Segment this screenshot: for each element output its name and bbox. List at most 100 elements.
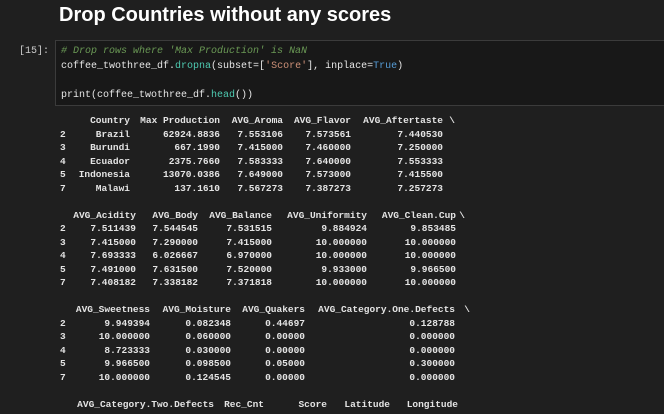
row-index: 5: [60, 169, 66, 180]
table-cell: 0.082348: [185, 317, 231, 329]
table-cell: 7.649000: [237, 169, 283, 180]
table-cell: 7.250000: [397, 142, 443, 153]
table-cell: 10.000000: [404, 250, 456, 261]
table-cell: 7.387273: [305, 182, 351, 194]
column-header: Score: [298, 398, 327, 410]
code-line-1: # Drop rows where 'Max Production' is Na…: [61, 45, 664, 60]
column-header: AVG_Category.One.Defects: [318, 304, 455, 315]
column-header: Rec_Cnt: [224, 398, 264, 410]
table-cell: Indonesia: [78, 169, 130, 180]
code-token: coffee_twothree_df.: [61, 60, 176, 72]
code-cell[interactable]: # Drop rows where 'Max Production' is Na…: [55, 40, 664, 106]
table-cell: Burundi: [90, 142, 130, 153]
table-cell: 0.000000: [409, 371, 455, 383]
table-cell: 7.415500: [397, 169, 443, 180]
table-cell: 7.693333: [90, 250, 136, 261]
table-cell: 10.000000: [98, 371, 150, 383]
row-index: 3: [60, 331, 66, 342]
table-cell: 10.000000: [315, 250, 367, 261]
code-token: ()): [235, 89, 254, 101]
table-cell: 0.060000: [185, 331, 231, 342]
table-cell: 0.000000: [409, 331, 455, 342]
execution-count: [15]:: [19, 46, 50, 57]
table-cell: 7.460000: [305, 142, 351, 153]
table-cell: 6.970000: [226, 250, 272, 261]
row-index: 4: [60, 155, 66, 167]
table-cell: 10.000000: [404, 236, 456, 248]
table-cell: 7.553333: [397, 155, 443, 167]
column-header: \: [449, 115, 455, 126]
code-token: print(coffee_twothree_df.: [61, 89, 212, 101]
table-cell: 7.640000: [305, 155, 351, 167]
table-cell: 0.44697: [265, 317, 305, 329]
column-header: AVG_Quakers: [242, 304, 305, 315]
table-cell: 7.491000: [90, 263, 136, 275]
code-token: (subset=[: [211, 60, 266, 72]
table-cell: 10.000000: [315, 236, 367, 248]
table-cell: 62924.8836: [162, 128, 220, 140]
code-string: 'Score': [265, 60, 308, 72]
column-header: Latitude: [344, 398, 390, 410]
column-header: AVG_Clean.Cup: [381, 209, 456, 221]
table-cell: Brazil: [95, 128, 130, 140]
table-cell: 9.966500: [104, 358, 150, 369]
row-index: 4: [60, 344, 66, 356]
table-cell: 9.853485: [410, 223, 456, 234]
table-cell: 7.520000: [226, 263, 272, 275]
table-cell: 7.631500: [152, 263, 198, 275]
table-cell: 7.553106: [237, 128, 283, 140]
table-cell: 2375.7660: [168, 155, 220, 167]
table-cell: 9.884924: [321, 223, 367, 234]
table-cell: 7.415000: [90, 236, 136, 248]
table-cell: 0.098500: [185, 358, 231, 369]
table-cell: 7.338182: [152, 277, 198, 288]
row-index: 5: [60, 263, 66, 275]
table-cell: 7.573000: [305, 169, 351, 180]
row-index: 2: [60, 317, 66, 329]
code-comment: # Drop rows where 'Max Production' is Na…: [61, 46, 308, 57]
column-header: \: [464, 304, 470, 315]
table-cell: Ecuador: [90, 155, 130, 167]
row-index: 5: [60, 358, 66, 369]
code-keyword: True: [373, 60, 398, 72]
table-cell: 667.1990: [174, 142, 220, 153]
table-cell: 0.300000: [409, 358, 455, 369]
table-cell: 0.030000: [185, 344, 231, 356]
table-cell: 137.1610: [174, 182, 220, 194]
table-cell: 0.00000: [265, 331, 305, 342]
code-method: dropna: [175, 60, 212, 72]
table-cell: 7.567273: [237, 182, 283, 194]
row-index: 2: [60, 128, 66, 140]
table-cell: 10.000000: [315, 277, 367, 288]
table-cell: 7.531515: [226, 223, 272, 234]
code-line-3: print(coffee_twothree_df.head()): [61, 89, 664, 104]
code-method: head: [211, 89, 236, 101]
column-header: AVG_Aroma: [231, 115, 283, 126]
column-header: AVG_Balance: [209, 209, 272, 221]
row-index: 3: [60, 236, 66, 248]
table-cell: 7.583333: [237, 155, 283, 167]
table-cell: 7.415000: [237, 142, 283, 153]
table-cell: Malawi: [95, 182, 130, 194]
column-header: Longitude: [406, 398, 458, 410]
column-header: \: [459, 209, 465, 221]
table-cell: 0.000000: [409, 344, 455, 356]
table-cell: 0.124545: [185, 371, 231, 383]
column-header: AVG_Aftertaste: [363, 115, 443, 126]
table-cell: 10.000000: [98, 331, 150, 342]
table-cell: 9.933000: [321, 263, 367, 275]
row-index: 7: [60, 277, 66, 288]
table-cell: 7.440530: [397, 128, 443, 140]
row-index: 7: [60, 182, 66, 194]
column-header: AVG_Moisture: [162, 304, 231, 315]
row-index: 7: [60, 371, 66, 383]
row-index: 3: [60, 142, 66, 153]
table-cell: 0.00000: [265, 371, 305, 383]
table-cell: 7.415000: [226, 236, 272, 248]
table-cell: 9.966500: [410, 263, 456, 275]
column-header: AVG_Acidity: [73, 209, 136, 221]
table-cell: 7.573561: [305, 128, 351, 140]
row-index: 4: [60, 250, 66, 261]
table-cell: 9.949394: [104, 317, 150, 329]
